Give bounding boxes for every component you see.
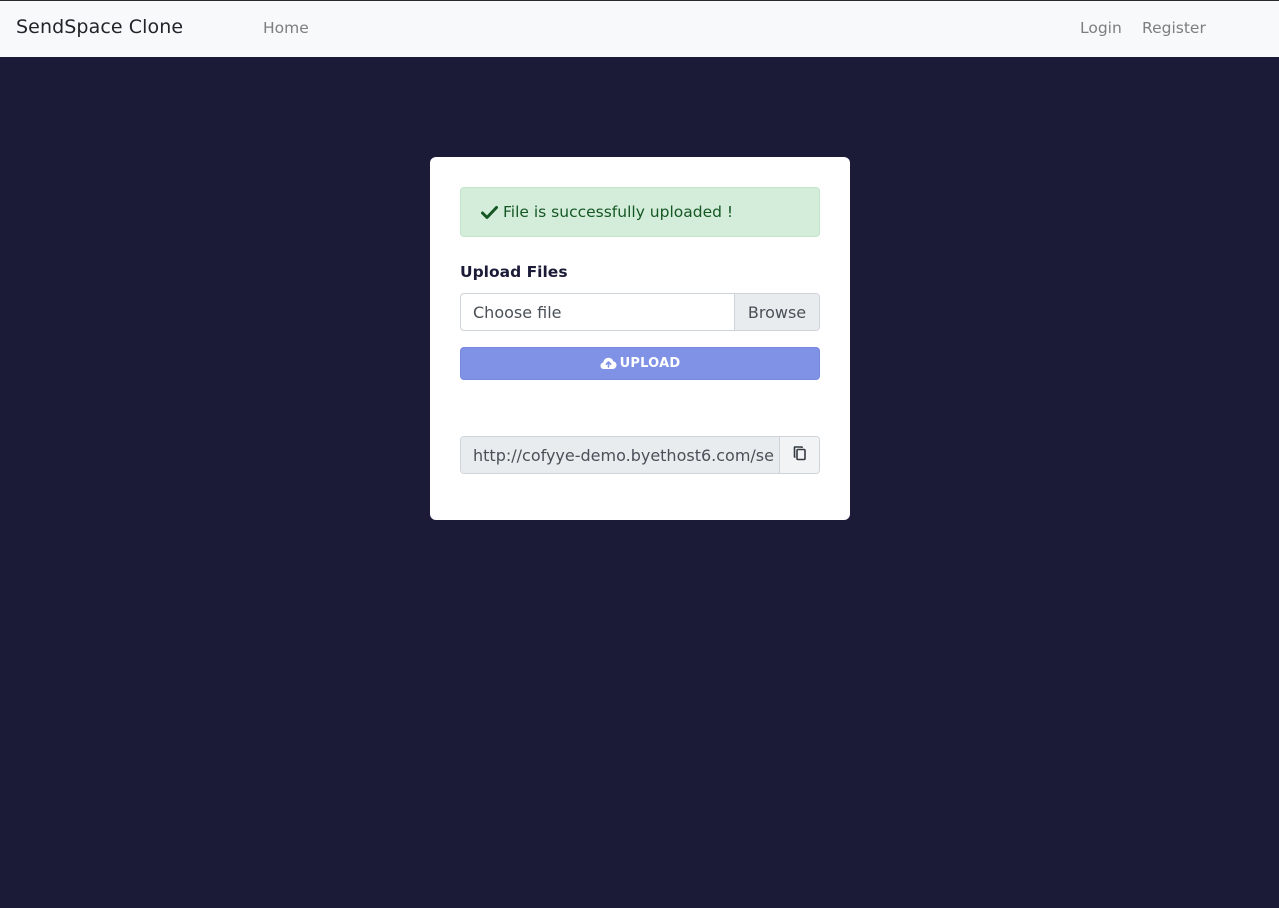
browse-button[interactable]: Browse [734, 294, 819, 330]
cloud-upload-icon [600, 357, 617, 370]
upload-button[interactable]: UPLOAD [460, 347, 820, 380]
nav-login-link[interactable]: Login [1080, 19, 1122, 37]
file-input-placeholder[interactable]: Choose file [461, 294, 734, 330]
brand-link[interactable]: SendSpace Clone [16, 16, 183, 38]
nav-home-link[interactable]: Home [263, 19, 309, 37]
navbar: SendSpace Clone Home Login Register [0, 0, 1279, 57]
upload-card: File is successfully uploaded ! Upload F… [430, 157, 850, 520]
alert-message: File is successfully uploaded ! [503, 203, 734, 221]
success-alert: File is successfully uploaded ! [460, 187, 820, 237]
file-input[interactable]: Choose file Browse [460, 293, 820, 331]
upload-button-label: UPLOAD [619, 356, 681, 371]
share-link-input[interactable]: http://cofyye-demo.byethost6.com/se [461, 437, 779, 473]
upload-files-label: Upload Files [460, 263, 568, 281]
copy-button[interactable] [779, 437, 819, 473]
nav-register-link[interactable]: Register [1142, 19, 1206, 37]
share-link-group: http://cofyye-demo.byethost6.com/se [460, 436, 820, 474]
copy-icon [792, 445, 808, 466]
check-icon [481, 204, 498, 221]
